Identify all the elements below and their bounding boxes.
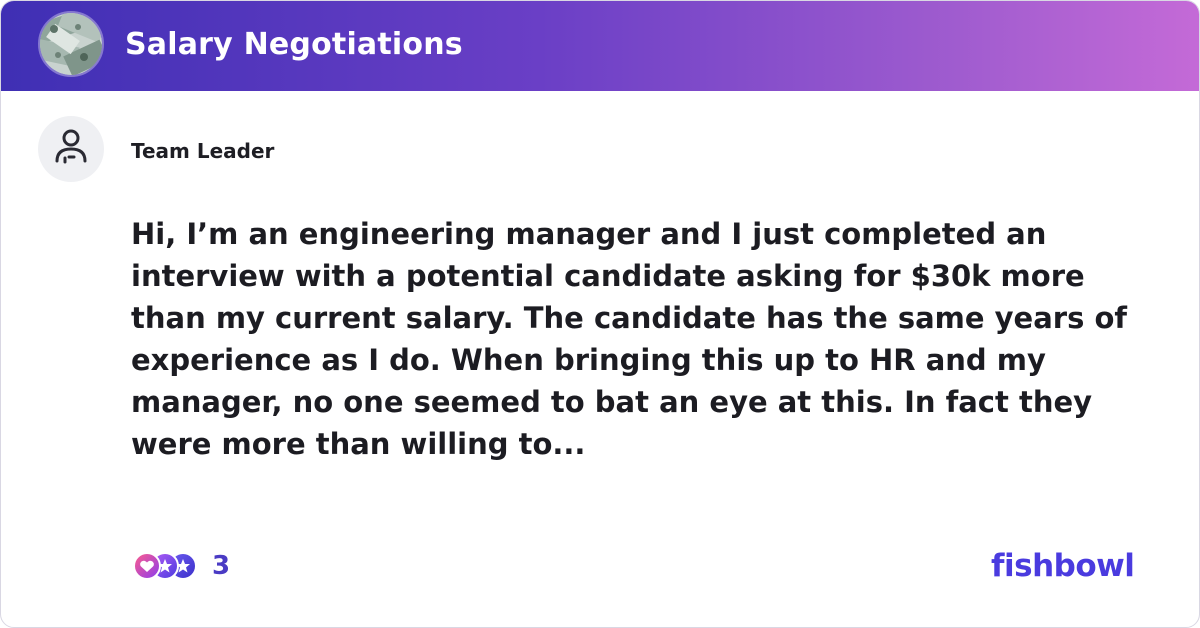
author-avatar[interactable] <box>38 116 104 182</box>
author-name[interactable]: Team Leader <box>131 139 274 163</box>
group-title[interactable]: Salary Negotiations <box>125 25 463 65</box>
group-header[interactable]: Salary Negotiations <box>1 1 1199 91</box>
money-bills-icon <box>38 11 104 77</box>
post-body[interactable]: Hi, I’m an engineering manager and I jus… <box>131 213 1151 465</box>
fishbowl-logo[interactable]: fishbowl <box>991 546 1135 586</box>
heart-reaction-icon <box>133 552 161 580</box>
reactions-group[interactable] <box>131 549 201 583</box>
reaction-count[interactable]: 3 <box>212 549 230 583</box>
post-card[interactable]: Salary Negotiations Team Leader Hi, I’m … <box>0 0 1200 628</box>
person-icon <box>55 129 87 164</box>
